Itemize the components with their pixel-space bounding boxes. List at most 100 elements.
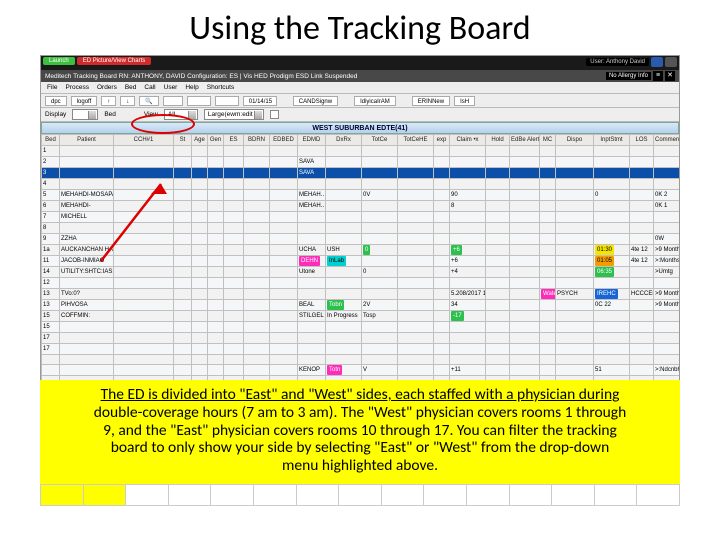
- cell[interactable]: JACOB-INMIAO: [60, 256, 114, 267]
- cell[interactable]: [298, 212, 326, 223]
- cell[interactable]: [244, 289, 270, 300]
- cell[interactable]: [270, 212, 298, 223]
- table-row[interactable]: 4: [42, 179, 681, 190]
- cell[interactable]: [326, 344, 362, 355]
- col-header[interactable]: Claim •x: [450, 135, 486, 146]
- cell[interactable]: 14: [42, 267, 60, 278]
- cell[interactable]: [270, 168, 298, 179]
- cell[interactable]: [174, 168, 192, 179]
- cell[interactable]: [192, 278, 208, 289]
- cell[interactable]: AUCKANCHAN HAE: [60, 245, 114, 256]
- cell[interactable]: 17: [42, 344, 60, 355]
- cell[interactable]: [398, 300, 434, 311]
- menu-shortcuts[interactable]: Shortcuts: [207, 84, 234, 91]
- cell[interactable]: [224, 223, 244, 234]
- cell[interactable]: [114, 179, 174, 190]
- cell[interactable]: 34: [450, 300, 486, 311]
- cell[interactable]: [270, 201, 298, 212]
- cell[interactable]: [434, 157, 450, 168]
- cell[interactable]: [192, 365, 208, 376]
- cell[interactable]: [174, 256, 192, 267]
- cell[interactable]: [654, 223, 681, 234]
- launch-button[interactable]: Launch: [43, 57, 75, 65]
- cell[interactable]: ZZHA: [60, 234, 114, 245]
- col-header[interactable]: TotCe: [362, 135, 398, 146]
- cell[interactable]: [486, 322, 510, 333]
- cell[interactable]: [654, 333, 681, 344]
- cell[interactable]: [244, 212, 270, 223]
- cell[interactable]: [594, 212, 630, 223]
- cell[interactable]: [114, 190, 174, 201]
- cell[interactable]: [540, 146, 556, 157]
- cell[interactable]: [540, 333, 556, 344]
- cell[interactable]: Tosp: [362, 311, 398, 322]
- cell[interactable]: [224, 322, 244, 333]
- cell[interactable]: [510, 212, 540, 223]
- cell[interactable]: [114, 300, 174, 311]
- cell[interactable]: [174, 179, 192, 190]
- cell[interactable]: [540, 344, 556, 355]
- table-row[interactable]: 13TVo:0?5.208/2017 12:5P3WaterbenePSYCHI…: [42, 289, 681, 300]
- cell[interactable]: [224, 245, 244, 256]
- cell[interactable]: [540, 201, 556, 212]
- cell[interactable]: [486, 245, 510, 256]
- cell[interactable]: [192, 256, 208, 267]
- cell[interactable]: [486, 267, 510, 278]
- cell[interactable]: 51: [594, 365, 630, 376]
- cell[interactable]: [486, 278, 510, 289]
- table-row[interactable]: 3SAVA: [42, 168, 681, 179]
- cell[interactable]: [434, 333, 450, 344]
- cell[interactable]: [486, 311, 510, 322]
- cell[interactable]: [362, 212, 398, 223]
- cell[interactable]: [174, 278, 192, 289]
- cell[interactable]: TVo:0?: [60, 289, 114, 300]
- cell[interactable]: [556, 322, 594, 333]
- cell[interactable]: [208, 278, 224, 289]
- cell[interactable]: [450, 234, 486, 245]
- cell[interactable]: [270, 245, 298, 256]
- size-dropdown[interactable]: Large(ewm:edit: [204, 109, 264, 120]
- cell[interactable]: [208, 355, 224, 365]
- cell[interactable]: [244, 157, 270, 168]
- cell[interactable]: [654, 212, 681, 223]
- cell[interactable]: [654, 168, 681, 179]
- cell[interactable]: [362, 322, 398, 333]
- cell[interactable]: [208, 311, 224, 322]
- cell[interactable]: 4: [42, 179, 60, 190]
- cell[interactable]: [434, 322, 450, 333]
- cell[interactable]: [630, 333, 654, 344]
- cell[interactable]: [174, 333, 192, 344]
- cell[interactable]: [398, 267, 434, 278]
- tool-idy[interactable]: IdiyicaIrAM: [354, 96, 396, 106]
- cell[interactable]: [174, 322, 192, 333]
- cell[interactable]: [326, 168, 362, 179]
- cell[interactable]: KENOP: [298, 365, 326, 376]
- cell[interactable]: [174, 223, 192, 234]
- cell[interactable]: [114, 355, 174, 365]
- table-row[interactable]: 15: [42, 322, 681, 333]
- cell[interactable]: [450, 333, 486, 344]
- cell[interactable]: [326, 146, 362, 157]
- cell[interactable]: [60, 179, 114, 190]
- cell[interactable]: [594, 157, 630, 168]
- cell[interactable]: [114, 311, 174, 322]
- cell[interactable]: [398, 355, 434, 365]
- cell[interactable]: [486, 333, 510, 344]
- cell[interactable]: [244, 190, 270, 201]
- cell[interactable]: [510, 355, 540, 365]
- cell[interactable]: [434, 256, 450, 267]
- cell[interactable]: [192, 344, 208, 355]
- cell[interactable]: [114, 168, 174, 179]
- cell[interactable]: [224, 355, 244, 365]
- cell[interactable]: [208, 322, 224, 333]
- cell[interactable]: [398, 333, 434, 344]
- cell[interactable]: [398, 212, 434, 223]
- cell[interactable]: [192, 146, 208, 157]
- cell[interactable]: [244, 267, 270, 278]
- checkbox[interactable]: [270, 110, 279, 119]
- cell[interactable]: [556, 365, 594, 376]
- table-row[interactable]: 13PIHVOSABEALTobn2V340C 22>9 MonthsNc: [42, 300, 681, 311]
- cell[interactable]: [208, 212, 224, 223]
- cell[interactable]: [192, 267, 208, 278]
- cell[interactable]: [270, 333, 298, 344]
